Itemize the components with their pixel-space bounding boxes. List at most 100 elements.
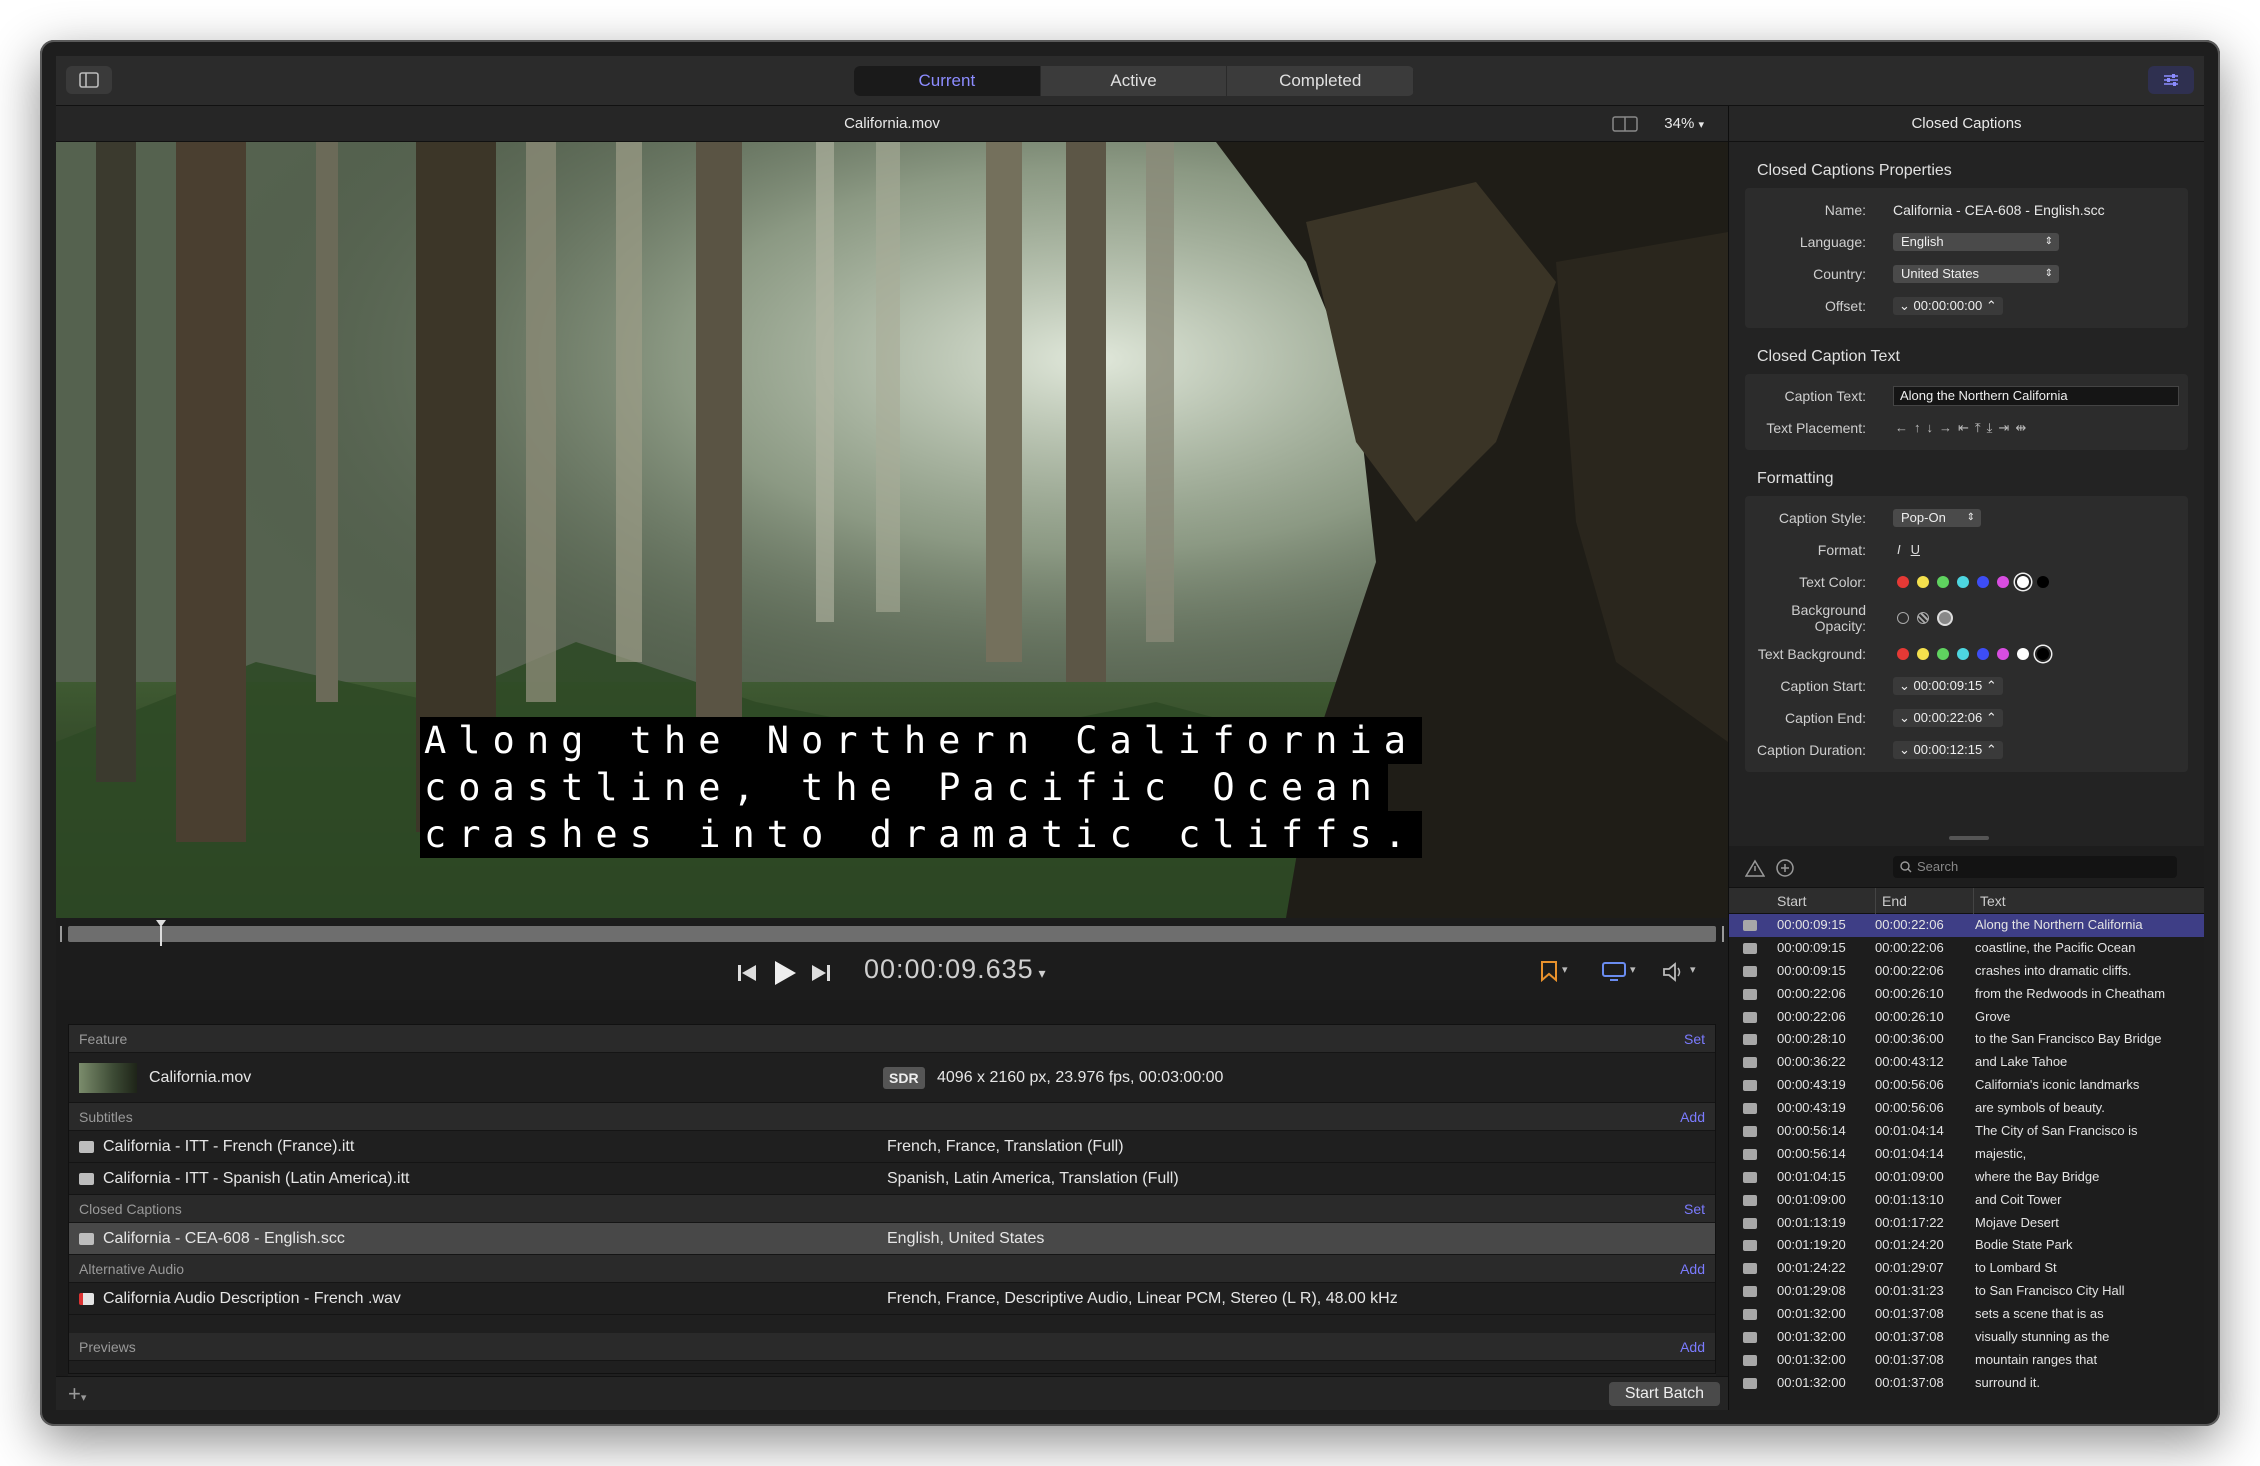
playhead[interactable] (156, 920, 166, 946)
text-background-swatch[interactable] (2037, 648, 2049, 660)
bookmark-menu[interactable]: ▾ (1540, 960, 1568, 987)
timeline-track[interactable] (68, 926, 1716, 942)
caption-list-row[interactable]: 00:01:19:20 00:01:24:20 Bodie State Park (1729, 1234, 2204, 1257)
caption-list-row[interactable]: 00:00:09:15 00:00:22:06 Along the Northern… (1729, 914, 2204, 937)
zoom-menu[interactable]: 34% ▾ (1664, 106, 1704, 143)
align-top-icon[interactable]: ⤒ (1975, 420, 1987, 435)
caption-end-stepper[interactable]: ⌄ 00:00:22:06 ⌃ (1893, 709, 2003, 727)
caption-duration-stepper[interactable]: ⌄ 00:00:12:15 ⌃ (1893, 741, 2003, 759)
text-background-swatch[interactable] (2017, 648, 2029, 660)
align-left-icon[interactable]: ⇤ (1958, 420, 1975, 435)
search-input[interactable]: Search (1893, 856, 2177, 878)
caption-start-stepper[interactable]: ⌄ 00:00:09:15 ⌃ (1893, 677, 2003, 695)
text-background-swatch[interactable] (1937, 648, 1949, 660)
column-text-header[interactable]: Text (1973, 888, 2006, 914)
arrow-right-icon[interactable]: → (1939, 420, 1958, 435)
volume-menu[interactable]: ▾ (1662, 962, 1696, 987)
text-background-swatch[interactable] (1977, 648, 1989, 660)
tab-active[interactable]: Active (1041, 66, 1228, 96)
text-background-swatch[interactable] (1897, 648, 1909, 660)
arrow-down-icon[interactable]: ↓ (1927, 420, 1940, 435)
column-start-header[interactable]: Start (1777, 888, 1807, 914)
warning-icon[interactable] (1745, 859, 1765, 877)
skip-back-icon[interactable] (736, 962, 758, 984)
caption-list-row[interactable]: 00:01:24:22 00:01:29:07 to Lombard St (1729, 1257, 2204, 1280)
caption-list-row[interactable]: 00:00:43:19 00:00:56:06 California's iconi… (1729, 1074, 2204, 1097)
text-background-swatch[interactable] (1997, 648, 2009, 660)
caption-list-row[interactable]: 00:01:32:00 00:01:37:08 sets a scene that … (1729, 1303, 2204, 1326)
text-background-swatch[interactable] (1957, 648, 1969, 660)
audio-add-button[interactable]: Add (1680, 1255, 1705, 1283)
text-color-swatch[interactable] (2037, 576, 2049, 588)
caption-list-row[interactable]: 00:00:43:19 00:00:56:06 are symbols of bea… (1729, 1097, 2204, 1120)
text-color-swatch[interactable] (1977, 576, 1989, 588)
offset-stepper[interactable]: ⌄ 00:00:00:00 ⌃ (1893, 297, 2003, 315)
add-circle-icon[interactable] (1775, 858, 1795, 878)
caption-list-row[interactable]: 00:01:29:08 00:01:31:23 to San Francisco C… (1729, 1280, 2204, 1303)
opacity-transparent-option[interactable] (1897, 612, 1909, 624)
text-color-swatch[interactable] (1897, 576, 1909, 588)
underline-button[interactable]: U (1911, 542, 1920, 557)
opacity-solid-option[interactable] (1937, 610, 1953, 626)
video-frame[interactable]: Along the Northern California coastline,… (56, 142, 1728, 918)
align-right-icon[interactable]: ⇥ (1998, 420, 2015, 435)
feature-set-button[interactable]: Set (1684, 1025, 1705, 1053)
caption-list-row[interactable]: 00:01:13:19 00:01:17:22 Mojave Desert (1729, 1212, 2204, 1235)
previews-add-button[interactable]: Add (1680, 1333, 1705, 1361)
tab-completed[interactable]: Completed (1227, 66, 1414, 96)
caption-list-row[interactable]: 00:01:32:00 00:01:37:08 visually stunning … (1729, 1326, 2204, 1349)
captions-set-button[interactable]: Set (1684, 1195, 1705, 1223)
caption-list-row[interactable]: 00:01:04:15 00:01:09:00 where the Bay Brid… (1729, 1166, 2204, 1189)
opacity-partial-option[interactable] (1917, 612, 1929, 624)
text-color-swatch[interactable] (2017, 576, 2029, 588)
italic-button[interactable]: I (1897, 542, 1901, 557)
sidebar-toggle-button[interactable] (66, 66, 112, 94)
caption-list-row[interactable]: 00:00:09:15 00:00:22:06 crashes into drama… (1729, 960, 2204, 983)
caption-list-row[interactable]: 00:00:36:22 00:00:43:12 and Lake Tahoe (1729, 1051, 2204, 1074)
feature-row[interactable]: California.mov SDR 4096 x 2160 px, 23.97… (69, 1053, 1715, 1103)
text-color-swatch[interactable] (1937, 576, 1949, 588)
column-end-header[interactable]: End (1875, 888, 1907, 914)
text-background-swatch[interactable] (1917, 648, 1929, 660)
caption-start-value: 00:00:09:15 (1913, 678, 1983, 693)
play-icon[interactable] (772, 959, 798, 987)
caption-list-row[interactable]: 00:00:28:10 00:00:36:00 to the San Francis… (1729, 1028, 2204, 1051)
scrubber-bar[interactable] (56, 918, 1728, 946)
country-popup[interactable]: United States ⇕ (1893, 265, 2059, 283)
display-menu[interactable]: ▾ (1602, 962, 1636, 987)
caption-list-row[interactable]: 00:00:09:15 00:00:22:06 coastline, the Pac… (1729, 937, 2204, 960)
start-batch-button[interactable]: Start Batch (1608, 1382, 1720, 1406)
audio-row[interactable]: California Audio Description - French .w… (69, 1283, 1715, 1315)
text-placement-controls[interactable]: ←↑↓→⇤⤒⤓⇥⇹ (1895, 412, 2032, 444)
caption-list-row[interactable]: 00:00:56:14 00:01:04:14 The City of San Fr… (1729, 1120, 2204, 1143)
add-menu[interactable]: +▾ (68, 1381, 86, 1407)
text-color-swatch[interactable] (1957, 576, 1969, 588)
caption-text-field[interactable]: Along the Northern California (1893, 386, 2179, 406)
out-point-marker[interactable] (1716, 926, 1724, 942)
caption-list-row[interactable]: 00:00:56:14 00:01:04:14 majestic, (1729, 1143, 2204, 1166)
text-color-swatch[interactable] (1997, 576, 2009, 588)
closed-caption-row[interactable]: California - CEA-608 - English.scc Engli… (69, 1223, 1715, 1255)
tab-current[interactable]: Current (854, 66, 1041, 96)
caption-list-row[interactable]: 00:01:32:00 00:01:37:08 surround it. (1729, 1372, 2204, 1395)
skip-forward-icon[interactable] (810, 962, 832, 984)
caption-list-row[interactable]: 00:00:22:06 00:00:26:10 from the Redwoods … (1729, 983, 2204, 1006)
view-layout-icon[interactable] (1612, 116, 1638, 132)
inspector-toggle-button[interactable] (2148, 66, 2194, 94)
subtitles-add-button[interactable]: Add (1680, 1103, 1705, 1131)
caption-list-row[interactable]: 00:01:09:00 00:01:13:10 and Coit Tower (1729, 1189, 2204, 1212)
text-color-swatch[interactable] (1917, 576, 1929, 588)
resize-handle[interactable] (1949, 836, 1989, 840)
timecode-display[interactable]: 00:00:09.635 ▾ (864, 954, 1047, 985)
in-point-marker[interactable] (60, 926, 68, 942)
center-icon[interactable]: ⇹ (2015, 420, 2032, 435)
language-popup[interactable]: English ⇕ (1893, 233, 2059, 251)
caption-list-row[interactable]: 00:01:32:00 00:01:37:08 mountain ranges th… (1729, 1349, 2204, 1372)
subtitle-row[interactable]: California - ITT - Spanish (Latin Americ… (69, 1163, 1715, 1195)
caption-style-popup[interactable]: Pop-On ⇕ (1893, 509, 1981, 527)
arrow-left-icon[interactable]: ← (1895, 420, 1914, 435)
arrow-up-icon[interactable]: ↑ (1914, 420, 1927, 435)
align-bottom-icon[interactable]: ⤓ (1987, 420, 1999, 435)
subtitle-row[interactable]: California - ITT - French (France).itt F… (69, 1131, 1715, 1163)
caption-list-row[interactable]: 00:00:22:06 00:00:26:10 Grove (1729, 1006, 2204, 1029)
